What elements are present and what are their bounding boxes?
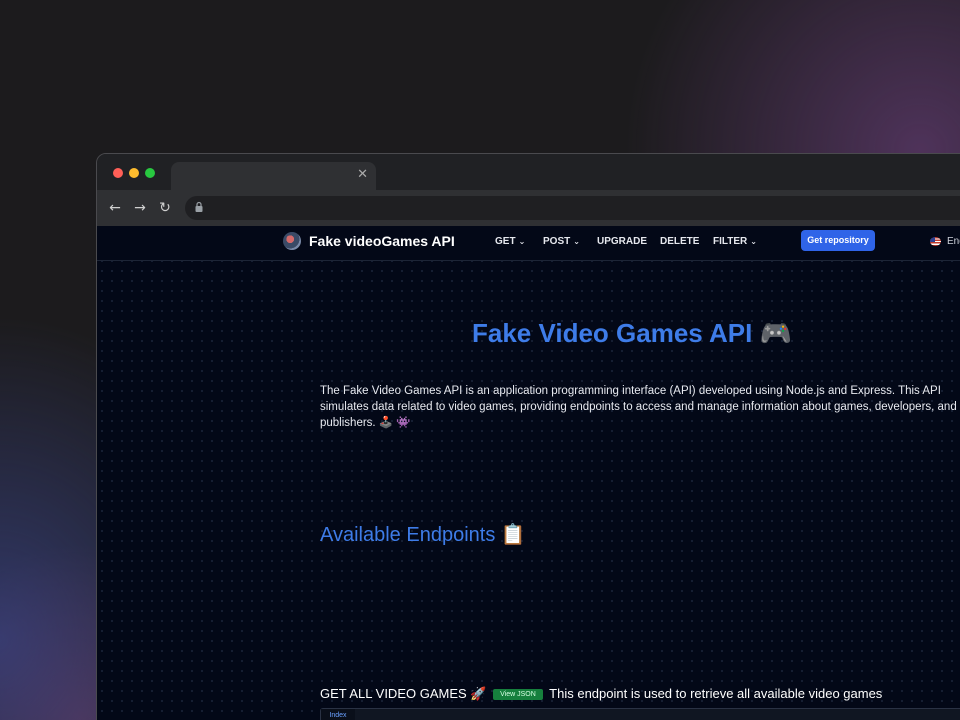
view-json-button[interactable]: View JSON <box>493 689 543 700</box>
page-title: Fake Video Games API 🎮 <box>472 318 792 349</box>
nav-item-filter[interactable]: FILTER ⌄ <box>713 236 757 247</box>
language-selector[interactable]: Eng <box>947 236 960 247</box>
brand-name[interactable]: Fake videoGames API <box>309 233 455 249</box>
nav-item-upgrade[interactable]: UPGRADE <box>597 236 647 247</box>
nav-item-delete[interactable]: DELETE <box>660 236 699 247</box>
browser-tab[interactable]: ✕ <box>171 162 376 190</box>
intro-paragraph: The Fake Video Games API is an applicati… <box>320 384 957 429</box>
reload-icon[interactable]: ↻ <box>155 198 175 218</box>
minimize-window-button[interactable] <box>129 168 139 178</box>
nav-item-label: FILTER <box>713 236 748 247</box>
nav-item-label: GET <box>495 236 516 247</box>
page-title-text: Fake Video Games API <box>472 318 753 348</box>
nav-item-label: POST <box>543 236 571 247</box>
section-heading-text: Available Endpoints <box>320 524 496 546</box>
site-navbar: Fake videoGames API GET ⌄ POST ⌄ UPGRADE D… <box>97 226 960 261</box>
get-repository-button[interactable]: Get repository <box>801 230 875 251</box>
close-window-button[interactable] <box>113 168 123 178</box>
back-arrow-icon[interactable]: ← <box>105 198 125 218</box>
endpoint-name: GET ALL VIDEO GAMES <box>320 686 467 701</box>
forward-arrow-icon[interactable]: → <box>130 198 150 218</box>
endpoint-row: GET ALL VIDEO GAMES 🚀 View JSON This end… <box>320 686 882 702</box>
maximize-window-button[interactable] <box>145 168 155 178</box>
nav-item-get[interactable]: GET ⌄ <box>495 236 525 247</box>
nav-item-post[interactable]: POST ⌄ <box>543 236 580 247</box>
address-bar[interactable] <box>185 196 960 220</box>
tab-strip: ✕ <box>97 154 960 190</box>
brand-logo-icon[interactable] <box>283 232 301 250</box>
rocket-icon: 🚀 <box>470 687 487 702</box>
endpoint-description: This endpoint is used to retrieve all av… <box>549 686 883 701</box>
page-viewport: Fake videoGames API GET ⌄ POST ⌄ UPGRADE D… <box>97 226 960 720</box>
lock-icon <box>195 201 203 212</box>
chevron-down-icon: ⌄ <box>518 237 526 246</box>
close-icon[interactable]: ✕ <box>357 167 368 182</box>
chevron-down-icon: ⌄ <box>750 237 757 246</box>
browser-window: ✕ ← → ↻ Fake videoGames API GET ⌄ POST ⌄ U… <box>96 153 960 720</box>
code-panel: Index <box>320 708 960 720</box>
gamepad-icon: 🎮 <box>759 319 792 349</box>
section-heading: Available Endpoints 📋 <box>320 522 526 547</box>
clipboard-icon: 📋 <box>500 522 526 546</box>
chevron-down-icon: ⌄ <box>573 237 580 246</box>
code-tab-index[interactable]: Index <box>321 709 355 720</box>
browser-toolbar: ← → ↻ <box>97 190 960 226</box>
us-flag-icon[interactable] <box>930 237 941 246</box>
